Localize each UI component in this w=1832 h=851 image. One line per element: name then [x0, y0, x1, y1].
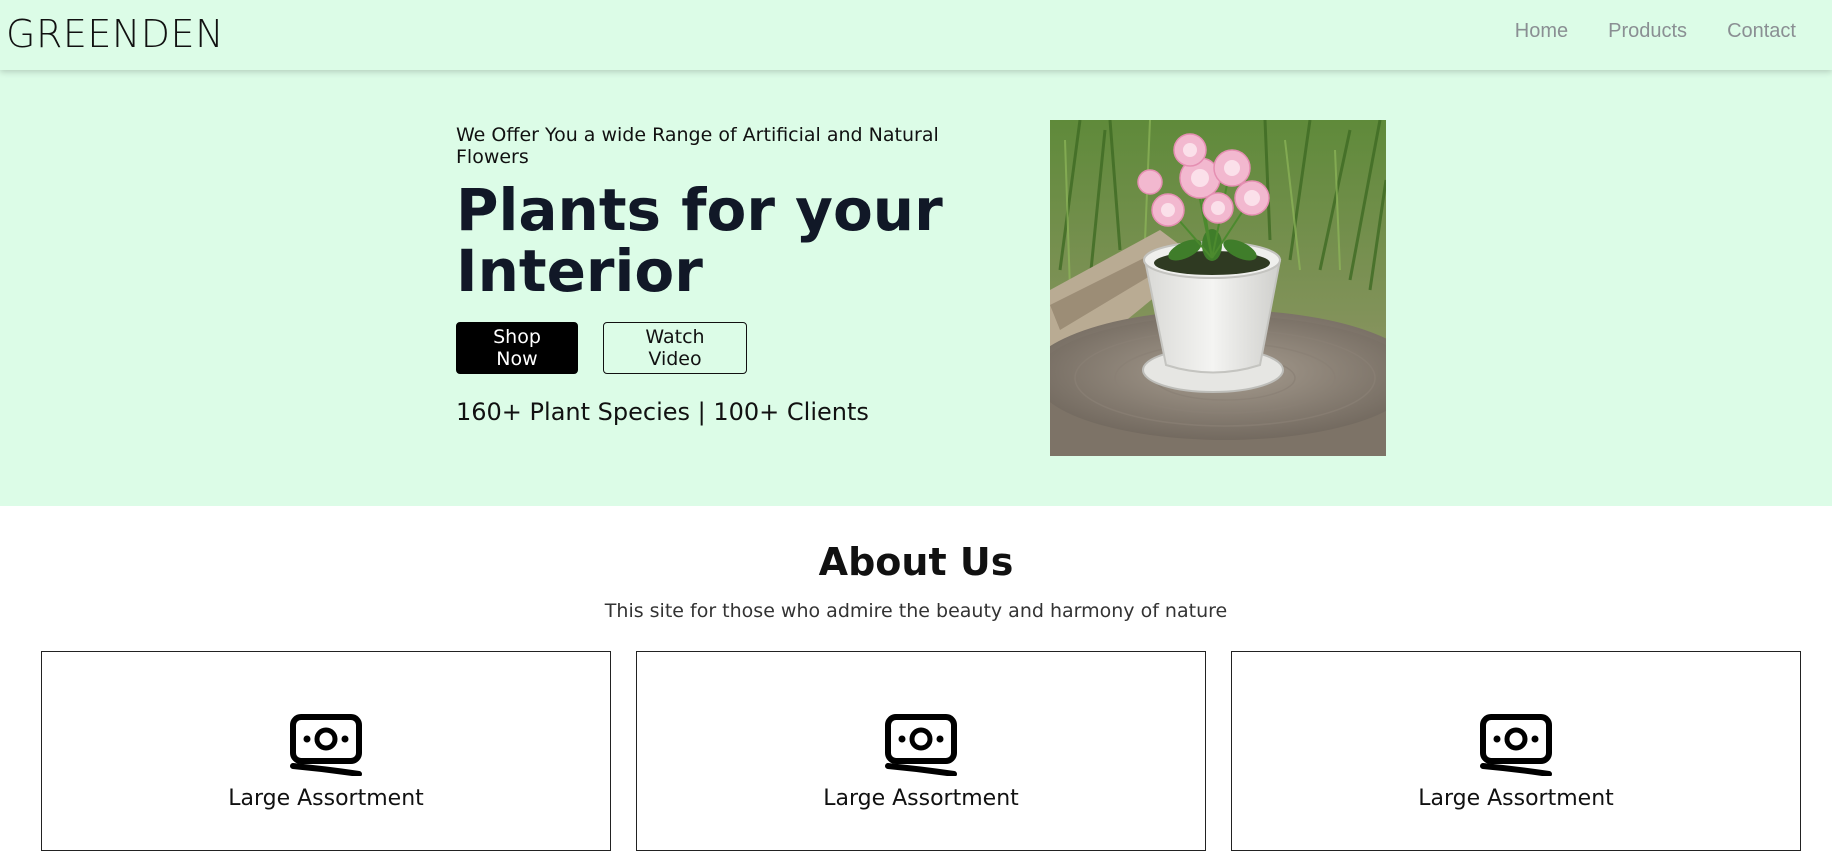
money-icon — [885, 714, 957, 776]
card-title: Large Assortment — [823, 786, 1019, 811]
watch-video-button[interactable]: Watch Video — [603, 322, 747, 374]
potted-flower-photo — [1050, 120, 1386, 456]
feature-card[interactable]: Large Assortment — [41, 651, 611, 851]
nav-products-link[interactable]: Products — [1608, 20, 1687, 43]
hero-headline: Plants for your Interior — [456, 180, 1016, 302]
hero-section: We Offer You a wide Range of Artificial … — [0, 70, 1832, 506]
nav-contact-link[interactable]: Contact — [1727, 20, 1796, 43]
hero-tagline: We Offer You a wide Range of Artificial … — [456, 124, 939, 168]
shop-now-button[interactable]: Shop Now — [456, 322, 578, 374]
brand-logo[interactable]: GREENDEN — [6, 12, 224, 56]
potted-flower-image — [1050, 120, 1386, 456]
headline-line-2: Interior — [456, 237, 703, 305]
headline-line-1: Plants for your — [456, 176, 943, 244]
hero-stats: 160+ Plant Species | 100+ Clients — [456, 398, 869, 426]
money-icon — [1480, 714, 1552, 776]
feature-card[interactable]: Large Assortment — [1231, 651, 1801, 851]
navbar: GREENDEN Home Products Contact — [0, 0, 1832, 70]
about-subtitle: This site for those who admire the beaut… — [604, 600, 1228, 622]
hero-buttons: Shop Now Watch Video — [456, 322, 1016, 374]
card-title: Large Assortment — [228, 786, 424, 811]
about-title: About Us — [818, 540, 1014, 584]
feature-card[interactable]: Large Assortment — [636, 651, 1206, 851]
hero-text: We Offer You a wide Range of Artificial … — [456, 124, 1016, 426]
nav-home-link[interactable]: Home — [1515, 20, 1568, 43]
money-icon — [290, 714, 362, 776]
card-title: Large Assortment — [1418, 786, 1614, 811]
main-nav: Home Products Contact — [1515, 20, 1796, 43]
